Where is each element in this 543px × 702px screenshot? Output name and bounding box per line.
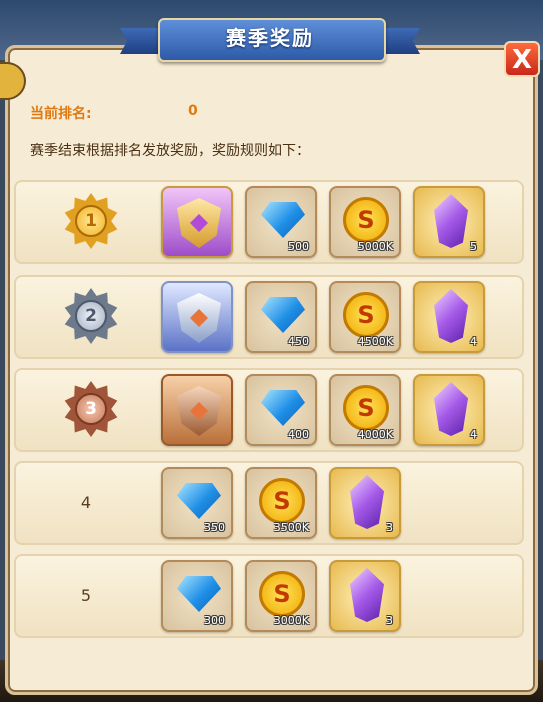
reward-coin-slot[interactable]: S 3500K: [245, 467, 317, 539]
reward-quantity: 300: [204, 614, 225, 627]
rank-medal-silver-icon: 2: [64, 288, 118, 344]
medal-rank-number: 3: [75, 393, 107, 425]
crystal-icon: [434, 382, 468, 436]
reward-quantity: 5000K: [357, 240, 393, 253]
reward-rule-text: 赛季结束根据排名发放奖励，奖励规则如下：: [30, 143, 310, 159]
gem-icon: [261, 297, 305, 333]
reward-row: 2 450 S 4500K 4: [14, 275, 524, 359]
current-rank-label: 当前排名:: [30, 106, 92, 122]
reward-row: 3 400 S 4000K 4: [14, 368, 524, 452]
dialog-title: 赛季奖励: [226, 26, 314, 50]
dialog-titlebar: 赛季奖励: [120, 12, 420, 64]
rank-medal-gold-icon: 1: [64, 193, 118, 249]
gem-icon: [177, 576, 221, 612]
crystal-icon: [350, 475, 384, 529]
reward-row: 4 350 S 3500K 3: [14, 461, 524, 545]
reward-quantity: 500: [288, 240, 309, 253]
coin-icon: S: [343, 292, 389, 338]
coin-icon: S: [259, 571, 305, 617]
medal-rank-number: 1: [75, 205, 107, 237]
reward-coin-slot[interactable]: S 5000K: [329, 186, 401, 258]
rank-cell: 5: [16, 556, 156, 636]
reward-gem-slot[interactable]: 400: [245, 374, 317, 446]
rank-number: 4: [80, 493, 92, 512]
reward-coin-slot[interactable]: S 4000K: [329, 374, 401, 446]
reward-quantity: 4000K: [357, 428, 393, 441]
gem-icon: [261, 202, 305, 238]
coin-icon: S: [259, 478, 305, 524]
current-rank-value: 0: [188, 103, 198, 119]
reward-row: 5 300 S 3000K 3: [14, 554, 524, 638]
reward-gem-slot[interactable]: 300: [161, 560, 233, 632]
ribbon-right-wing: [380, 28, 420, 54]
reward-crystal-slot[interactable]: 4: [413, 281, 485, 353]
reward-quantity: 4: [470, 428, 477, 441]
gem-icon: [261, 390, 305, 426]
rank-cell: 3: [16, 370, 156, 450]
ribbon-left-wing: [120, 28, 160, 54]
rank-cell: 4: [16, 463, 156, 543]
crystal-icon: [350, 568, 384, 622]
season-emblem-silver[interactable]: [161, 281, 233, 353]
reward-row: 1 500 S 5000K 5: [14, 180, 524, 264]
coin-icon: S: [343, 197, 389, 243]
crystal-icon: [434, 194, 468, 248]
reward-quantity: 5: [470, 240, 477, 253]
rank-medal-bronze-icon: 3: [64, 381, 118, 437]
reward-quantity: 400: [288, 428, 309, 441]
reward-quantity: 450: [288, 335, 309, 348]
reward-crystal-slot[interactable]: 5: [413, 186, 485, 258]
rank-cell: 2: [16, 277, 156, 357]
reward-quantity: 350: [204, 521, 225, 534]
reward-coin-slot[interactable]: S 3000K: [245, 560, 317, 632]
medal-rank-number: 2: [75, 300, 107, 332]
reward-quantity: 3: [386, 614, 393, 627]
season-emblem-gold[interactable]: [161, 186, 233, 258]
reward-crystal-slot[interactable]: 3: [329, 560, 401, 632]
crystal-icon: [434, 289, 468, 343]
gem-icon: [177, 483, 221, 519]
coin-icon: S: [343, 385, 389, 431]
reward-quantity: 3500K: [273, 521, 309, 534]
close-button[interactable]: X: [504, 41, 540, 77]
reward-coin-slot[interactable]: S 4500K: [329, 281, 401, 353]
reward-gem-slot[interactable]: 500: [245, 186, 317, 258]
reward-quantity: 3000K: [273, 614, 309, 627]
reward-crystal-slot[interactable]: 3: [329, 467, 401, 539]
reward-gem-slot[interactable]: 450: [245, 281, 317, 353]
reward-quantity: 3: [386, 521, 393, 534]
rank-number: 5: [80, 586, 92, 605]
reward-quantity: 4500K: [357, 335, 393, 348]
season-emblem-bronze[interactable]: [161, 374, 233, 446]
reward-crystal-slot[interactable]: 4: [413, 374, 485, 446]
rank-cell: 1: [16, 182, 156, 262]
reward-gem-slot[interactable]: 350: [161, 467, 233, 539]
reward-quantity: 4: [470, 335, 477, 348]
